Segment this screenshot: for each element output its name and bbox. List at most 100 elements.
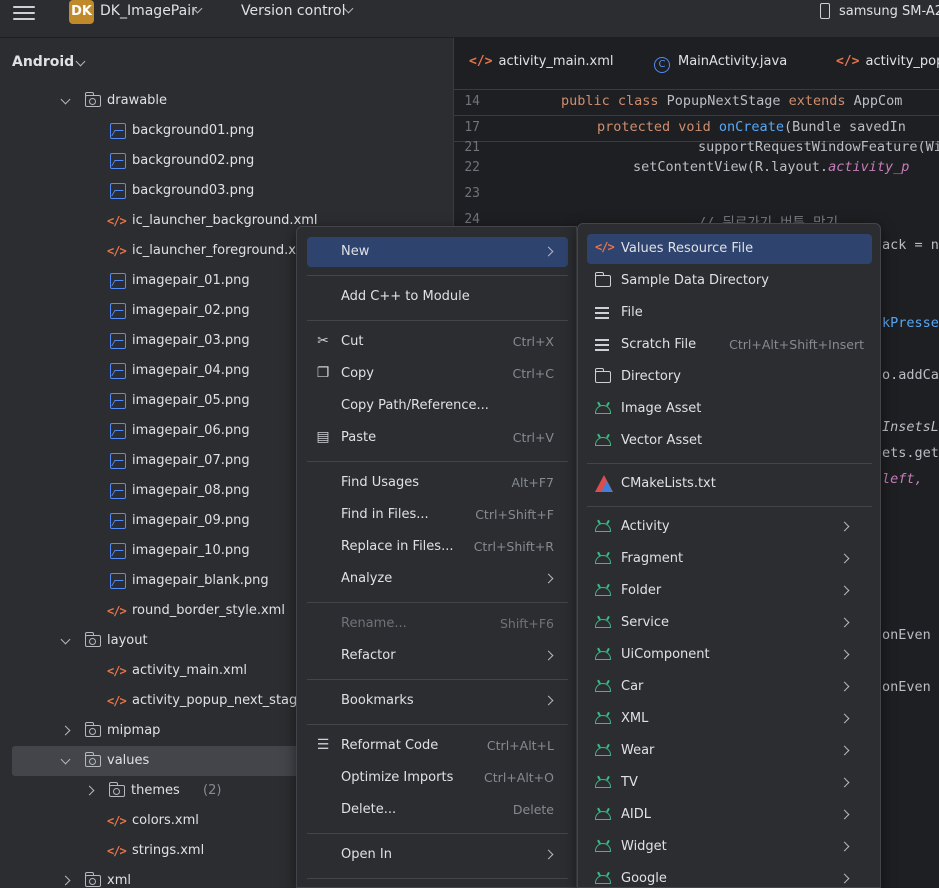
android-icon [595,550,613,568]
new-item-file[interactable]: File [587,298,872,328]
menu-item-label: Directory [621,369,681,384]
new-item-cmakelists-txt[interactable]: CMakeLists.txt [587,469,872,499]
menu-item-optimize-imports[interactable]: Optimize Imports Ctrl+Alt+O [307,763,568,793]
menu-item-label: Find Usages [341,475,420,490]
new-item-service[interactable]: Service [587,608,872,638]
chevron-right-icon [839,553,850,564]
reformat-icon: ☰ [316,737,330,753]
menu-item-label: CMakeLists.txt [621,476,716,491]
chevron-right-icon[interactable] [60,875,71,886]
menu-item-refactor[interactable]: Refactor [307,641,568,671]
menu-item-find-in-files[interactable]: Find in Files... Ctrl+Shift+F [307,500,568,530]
chevron-down-icon[interactable] [60,94,71,105]
cmake-icon [595,475,613,493]
menu-separator [307,724,568,725]
tree-node-label: activity_main.xml [132,663,248,678]
project-view-selector[interactable]: Android [12,54,74,70]
chevron-down-icon[interactable] [60,634,71,645]
android-icon [595,582,613,600]
menu-item-replace-in-files[interactable]: Replace in Files... Ctrl+Shift+R [307,532,568,562]
tree-node-label: values [107,753,150,768]
sticky-line: 14 public class PopupNextStage extends A… [454,90,939,116]
chevron-down-icon[interactable] [75,56,86,67]
menu-item-label: Delete... [341,802,397,817]
new-item-folder[interactable]: Folder [587,576,872,606]
tab-activity-main-xml[interactable]: </> activity_main.xml [469,54,614,69]
image-file-icon [110,153,126,169]
project-badge[interactable]: DK [69,0,94,24]
tab-mainactivity-java[interactable]: C MainActivity.java [654,54,787,73]
tree-node-background01-png[interactable]: background01.png [0,116,453,146]
new-item-xml[interactable]: XML [587,704,872,734]
new-item-directory[interactable]: Directory [587,362,872,392]
copy-icon: ❐ [316,365,330,381]
shortcut-label: Ctrl+X [512,334,554,349]
chevron-right-icon [839,841,850,852]
menu-item-analyze[interactable]: Analyze [307,564,568,594]
new-item-google[interactable]: Google [587,864,872,887]
menu-item-reformat-code[interactable]: ☰ Reformat Code Ctrl+Alt+L [307,731,568,761]
new-item-values-resource-file[interactable]: </> Values Resource File [587,234,872,264]
child-count: (2) [203,783,222,798]
chevron-right-icon[interactable] [84,785,95,796]
shortcut-label: Alt+F7 [511,475,554,490]
folder-icon [109,782,125,797]
menu-item-paste[interactable]: ▤ Paste Ctrl+V [307,423,568,453]
chevron-right-icon [839,713,850,724]
menu-item-label: TV [621,775,638,790]
project-selector[interactable]: DK_ImagePair [100,3,197,19]
menu-item-add-c-to-module[interactable]: Add C++ to Module [307,282,568,312]
menu-item-new[interactable]: New [307,237,568,267]
chevron-down-icon[interactable] [60,754,71,765]
menu-item-cut[interactable]: ✂ Cut Ctrl+X [307,327,568,357]
folder-icon [85,722,101,737]
xml-icon: </> [469,54,493,69]
new-item-image-asset[interactable]: Image Asset [587,394,872,424]
new-item-aidl[interactable]: AIDL [587,800,872,830]
new-item-wear[interactable]: Wear [587,736,872,766]
tree-node-label: mipmap [107,723,161,738]
menu-item-bookmarks[interactable]: Bookmarks [307,686,568,716]
tree-node-background03-png[interactable]: background03.png [0,176,453,206]
new-item-vector-asset[interactable]: Vector Asset [587,426,872,456]
tree-node-label: drawable [107,93,168,108]
chevron-right-icon [839,617,850,628]
android-icon [595,806,613,824]
shortcut-label: Ctrl+Alt+Shift+Insert [729,337,864,352]
device-selector[interactable]: samsung SM-A2 [839,4,939,19]
main-menu-icon[interactable] [13,2,35,22]
tree-node-label: background02.png [132,153,255,168]
tree-node-label: imagepair_09.png [132,513,250,528]
menu-item-copy[interactable]: ❐ Copy Ctrl+C [307,359,568,389]
chevron-right-icon[interactable] [60,725,71,736]
tree-node-background02-png[interactable]: background02.png [0,146,453,176]
context-menu: New Add C++ to Module ✂ Cut Ctrl+X ❐ Copy Ctrl+… [296,226,577,888]
code-line: setContentView(R.layout.activity_p [633,159,910,175]
image-file-icon [110,333,126,349]
tab-activity-popup[interactable]: </>activity_popu [836,54,939,69]
version-control-menu[interactable]: Version control [241,3,345,19]
new-item-scratch-file[interactable]: Scratch File Ctrl+Alt+Shift+Insert [587,330,872,360]
menu-item-copy-path-reference[interactable]: Copy Path/Reference... [307,391,568,421]
menu-separator [587,506,872,507]
menu-item-find-usages[interactable]: Find Usages Alt+F7 [307,468,568,498]
menu-item-label: Values Resource File [621,241,754,256]
new-item-car[interactable]: Car [587,672,872,702]
tree-node-label: imagepair_07.png [132,453,250,468]
new-item-fragment[interactable]: Fragment [587,544,872,574]
chevron-right-icon [839,681,850,692]
tree-node-drawable[interactable]: drawable [0,86,453,116]
image-file-icon [110,273,126,289]
cut-icon: ✂ [317,333,329,349]
new-item-tv[interactable]: TV [587,768,872,798]
shortcut-label: Ctrl+Shift+R [473,539,554,554]
new-item-widget[interactable]: Widget [587,832,872,862]
new-item-activity[interactable]: Activity [587,512,872,542]
menu-item-open-in[interactable]: Open In [307,840,568,870]
menu-item-delete[interactable]: Delete... Delete [307,795,568,825]
chevron-right-icon [839,649,850,660]
menu-item-label: UiComponent [621,647,710,662]
new-item-uicomponent[interactable]: UiComponent [587,640,872,670]
new-item-sample-data-directory[interactable]: Sample Data Directory [587,266,872,296]
menu-item-label: AIDL [621,807,651,822]
